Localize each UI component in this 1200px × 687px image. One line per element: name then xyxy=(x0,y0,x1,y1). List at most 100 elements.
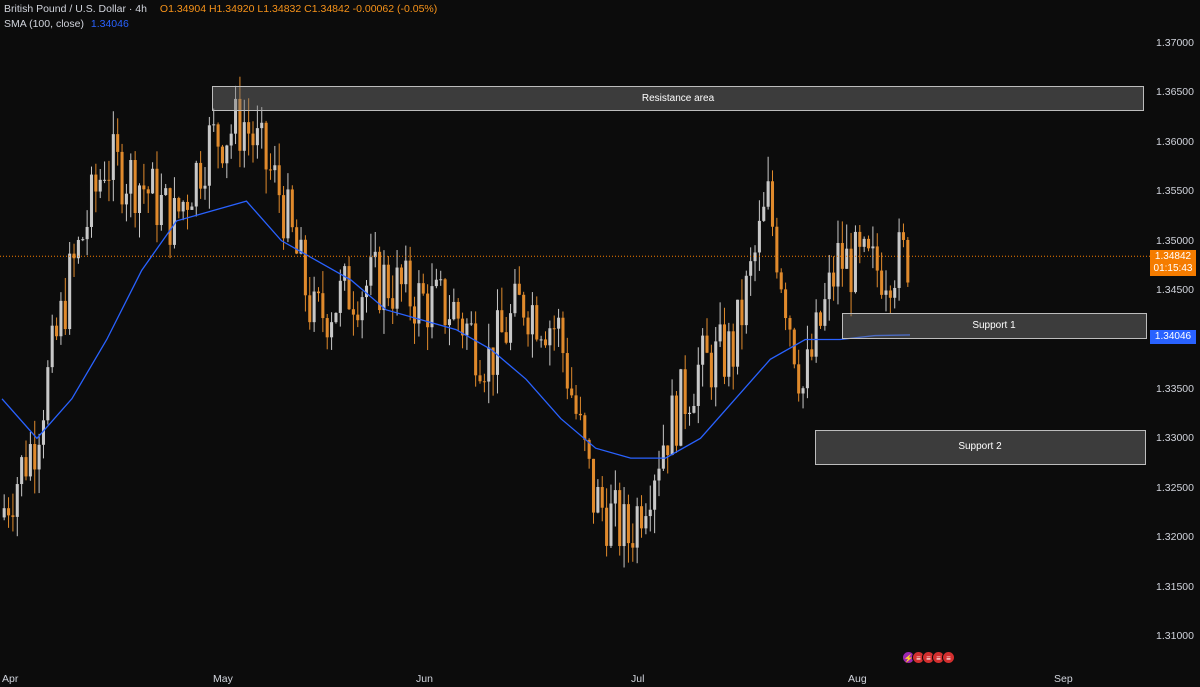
candle-body xyxy=(561,317,565,354)
candle-body xyxy=(434,279,438,287)
candle-body xyxy=(159,194,163,226)
candle-body xyxy=(661,445,665,469)
candle-body xyxy=(325,318,329,338)
candle-body xyxy=(181,201,185,212)
candle-body xyxy=(142,185,146,190)
candle-body xyxy=(871,246,875,249)
candle-body xyxy=(543,339,548,346)
candle-body xyxy=(683,369,687,415)
candle-body xyxy=(212,124,216,126)
candle-body xyxy=(901,232,905,240)
candle-body xyxy=(364,285,369,298)
candle-body xyxy=(640,506,644,529)
sma-label[interactable]: SMA (100, close) xyxy=(4,18,84,30)
candle-body xyxy=(867,238,871,249)
candle-body xyxy=(268,169,272,171)
sma-price-tag: 1.34046 xyxy=(1150,330,1196,344)
candle-body xyxy=(146,189,150,194)
low-value: L1.34832 xyxy=(257,3,302,15)
candle-body xyxy=(343,266,347,281)
candle-body xyxy=(500,310,504,333)
candle-body xyxy=(277,165,281,196)
open-value: O1.34904 xyxy=(159,3,207,15)
candle-body xyxy=(347,266,351,310)
candle-body xyxy=(744,275,748,326)
price-axis-label: 1.36500 xyxy=(1156,86,1194,99)
candle-body xyxy=(858,231,862,247)
candle-body xyxy=(635,506,639,548)
candle-body xyxy=(530,305,534,335)
candle-body xyxy=(452,301,456,320)
candle-body xyxy=(740,299,744,326)
candle-body xyxy=(190,206,194,210)
candle-body xyxy=(775,226,779,273)
candle-body xyxy=(290,189,294,228)
candle-body xyxy=(674,395,678,446)
candle-body xyxy=(303,239,307,296)
price-axis-label: 1.35000 xyxy=(1156,234,1194,247)
candle-body xyxy=(382,264,386,311)
candle-body xyxy=(369,257,373,286)
candle-body xyxy=(55,325,59,337)
x-label-may: May xyxy=(213,673,233,685)
candle-body xyxy=(194,162,198,207)
candle-body xyxy=(37,444,41,470)
candle-body xyxy=(657,468,661,481)
candle-body xyxy=(338,280,342,313)
candle-body xyxy=(421,283,425,294)
candle-body xyxy=(89,174,94,227)
candle-body xyxy=(526,317,530,335)
candle-body xyxy=(404,260,408,285)
candle-body xyxy=(644,516,648,529)
candle-body xyxy=(107,179,111,181)
candle-body xyxy=(465,323,469,336)
price-axis-label: 1.31500 xyxy=(1156,580,1194,593)
candle-body xyxy=(124,193,128,205)
candle-body xyxy=(884,290,888,295)
candle-body xyxy=(875,246,879,271)
candle-body xyxy=(762,206,766,221)
candle-body xyxy=(316,291,321,294)
candle-body xyxy=(242,122,246,151)
candle-body xyxy=(81,239,85,241)
candle-body xyxy=(600,487,604,508)
us-flag-icon[interactable]: ≡ xyxy=(942,651,955,664)
candle-body xyxy=(439,279,443,281)
candle-body xyxy=(273,165,277,171)
candle-body xyxy=(880,270,884,295)
economic-events[interactable]: ⚡ ≡ ≡ ≡ ≡ xyxy=(902,651,955,664)
candle-body xyxy=(312,291,316,323)
candle-body xyxy=(605,507,609,546)
candle-body xyxy=(570,388,574,396)
candle-body xyxy=(888,290,892,298)
candle-body xyxy=(578,413,582,416)
candle-body xyxy=(565,353,569,389)
candle-body xyxy=(129,160,133,194)
candle-body xyxy=(906,239,910,283)
candle-body xyxy=(111,134,115,180)
last-price-value: 1.34842 xyxy=(1154,251,1192,262)
candle-body xyxy=(609,503,613,546)
price-axis-label: 1.32000 xyxy=(1156,531,1194,544)
candle-body xyxy=(330,322,334,338)
candle-body xyxy=(727,331,731,377)
candle-body xyxy=(504,332,508,343)
candle-body xyxy=(321,293,325,319)
candle-body xyxy=(670,395,674,456)
symbol-title[interactable]: British Pound / U.S. Dollar · 4h xyxy=(4,3,147,15)
support2-zone-label: Support 2 xyxy=(958,441,1002,452)
candle-body xyxy=(539,339,543,341)
candle-body xyxy=(177,198,181,212)
candle-body xyxy=(574,395,578,414)
price-axis-label: 1.33000 xyxy=(1156,432,1194,445)
candle-body xyxy=(853,231,857,293)
candle-body xyxy=(443,279,447,326)
candle-body xyxy=(351,309,355,315)
candle-body xyxy=(164,188,168,195)
candle-body xyxy=(591,458,596,513)
candle-body xyxy=(827,272,831,300)
x-label-apr: Apr xyxy=(2,673,19,685)
candle-body xyxy=(753,252,757,262)
candle-body xyxy=(766,181,770,207)
candle-body xyxy=(98,179,102,192)
